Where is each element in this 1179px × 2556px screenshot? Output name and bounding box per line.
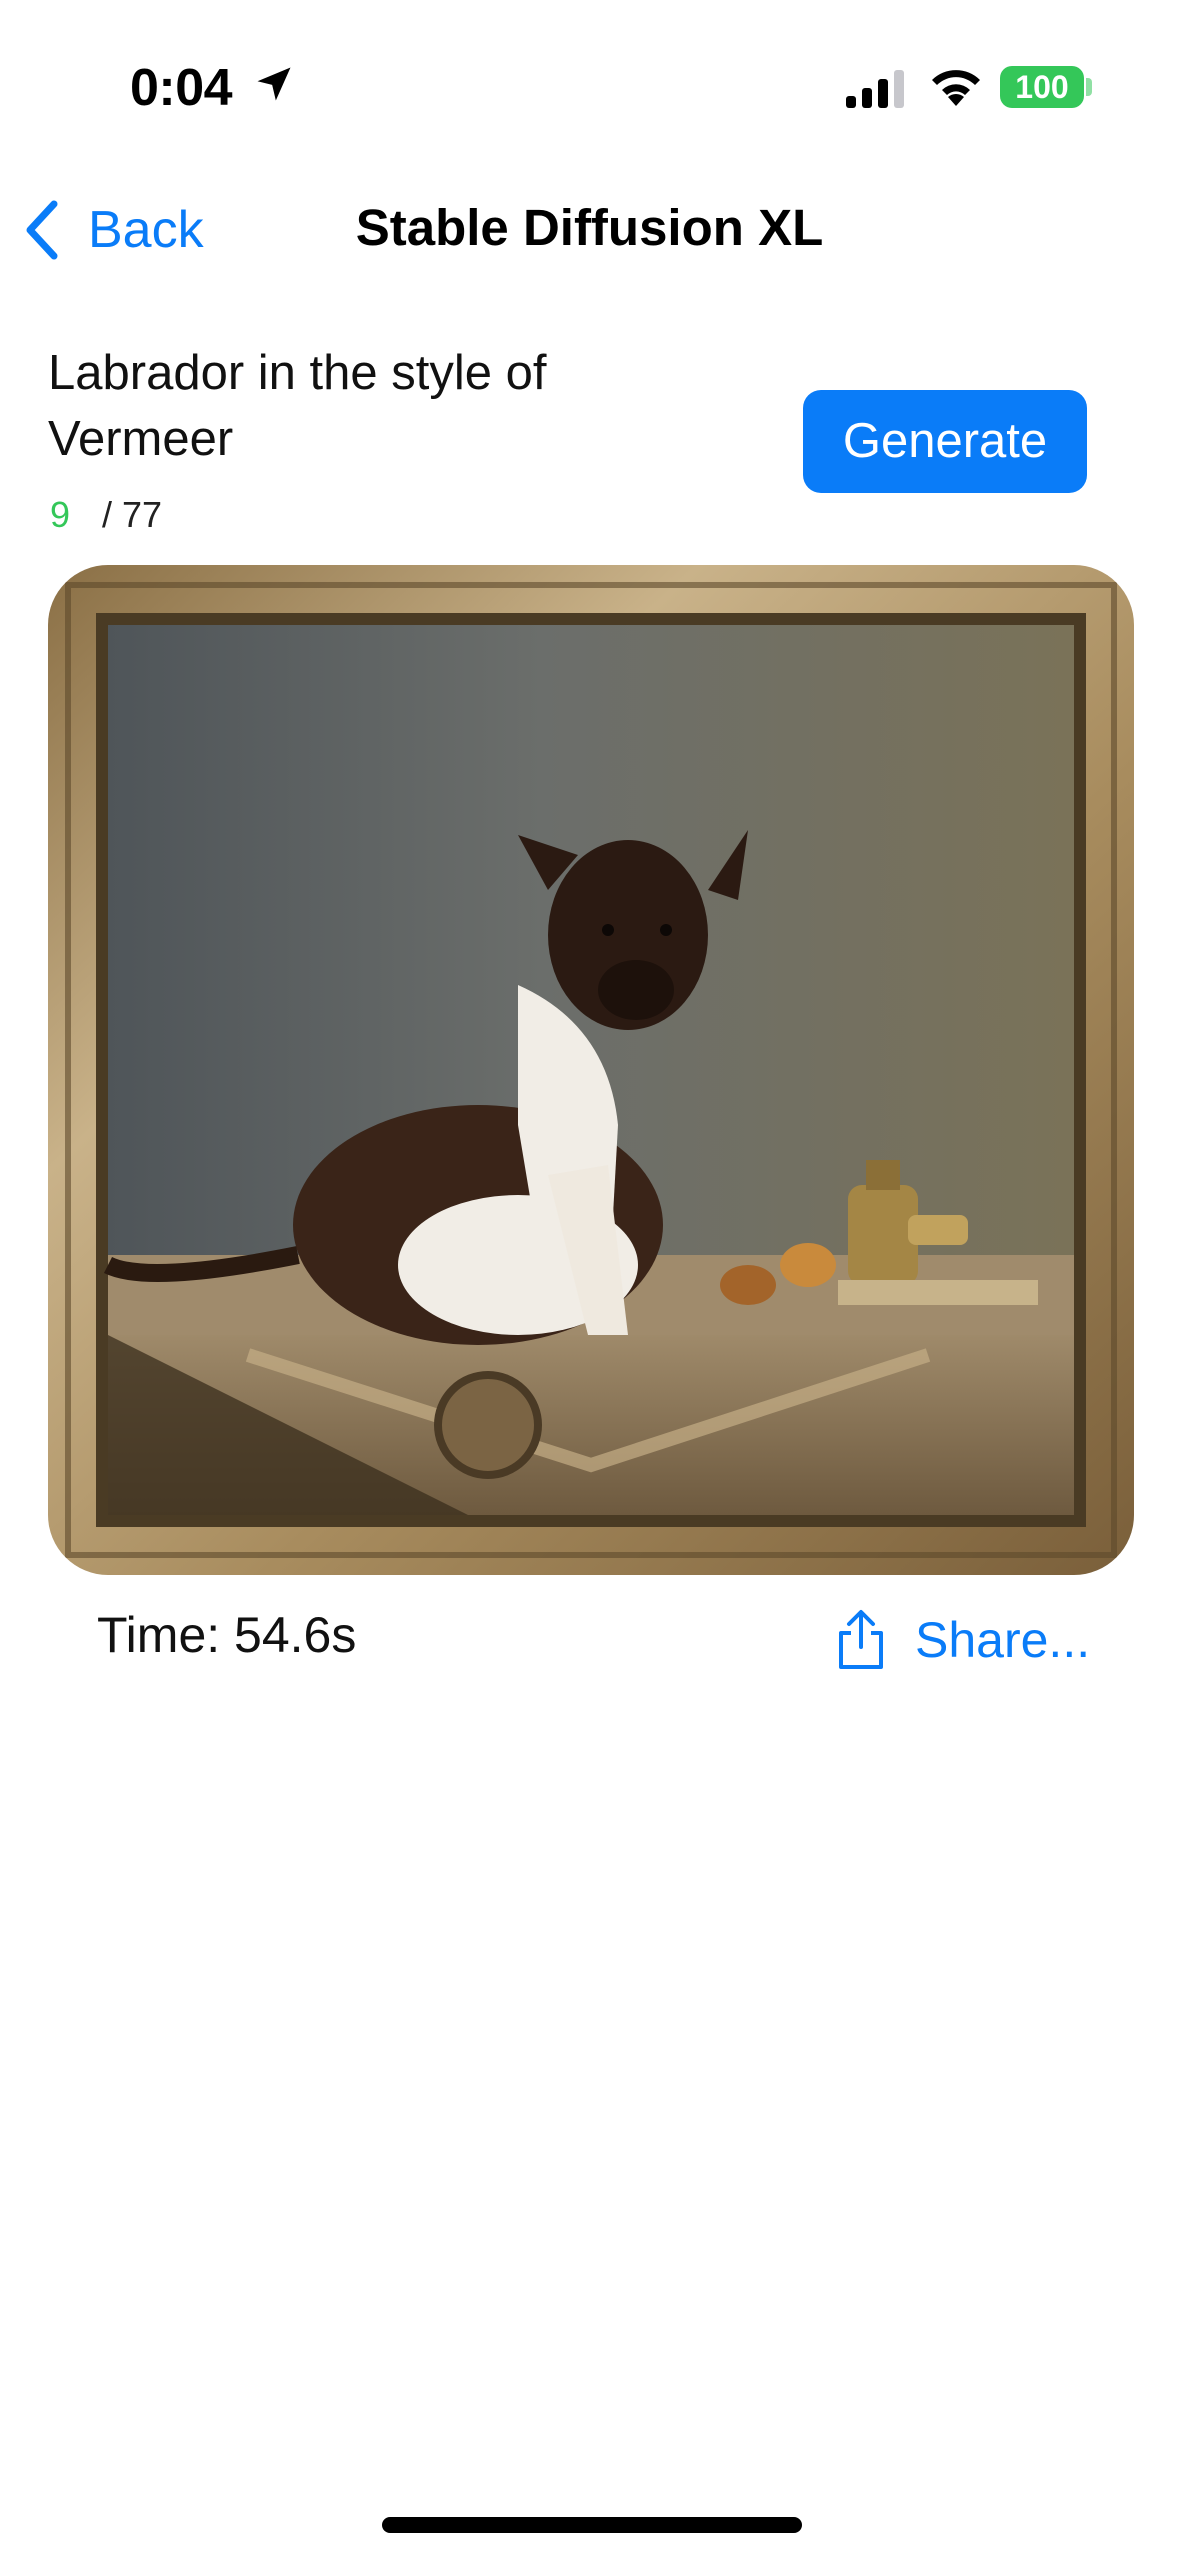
status-bar: 0:04 100 xyxy=(0,0,1179,170)
wifi-icon xyxy=(932,70,980,106)
token-limit: / 77 xyxy=(102,494,163,535)
battery-cap xyxy=(1086,78,1092,96)
page-title: Stable Diffusion XL xyxy=(355,199,824,256)
prompt-input[interactable]: Labrador in the style of Vermeer xyxy=(48,340,648,472)
token-count: 9 xyxy=(50,494,71,535)
cellular-signal-icon xyxy=(846,70,904,108)
share-button[interactable]: Share... xyxy=(835,1600,1090,1680)
token-counter: 9 / 77 xyxy=(50,494,162,536)
location-arrow-icon xyxy=(257,67,291,101)
home-indicator[interactable] xyxy=(382,2517,802,2533)
share-icon xyxy=(839,1610,883,1669)
share-label: Share... xyxy=(915,1612,1091,1668)
battery-icon: 100 xyxy=(1000,66,1084,108)
status-time: 0:04 xyxy=(130,59,233,117)
generation-time: Time: 54.6s xyxy=(97,1607,357,1663)
generate-button[interactable]: Generate xyxy=(803,390,1087,493)
generated-image xyxy=(48,565,1134,1575)
